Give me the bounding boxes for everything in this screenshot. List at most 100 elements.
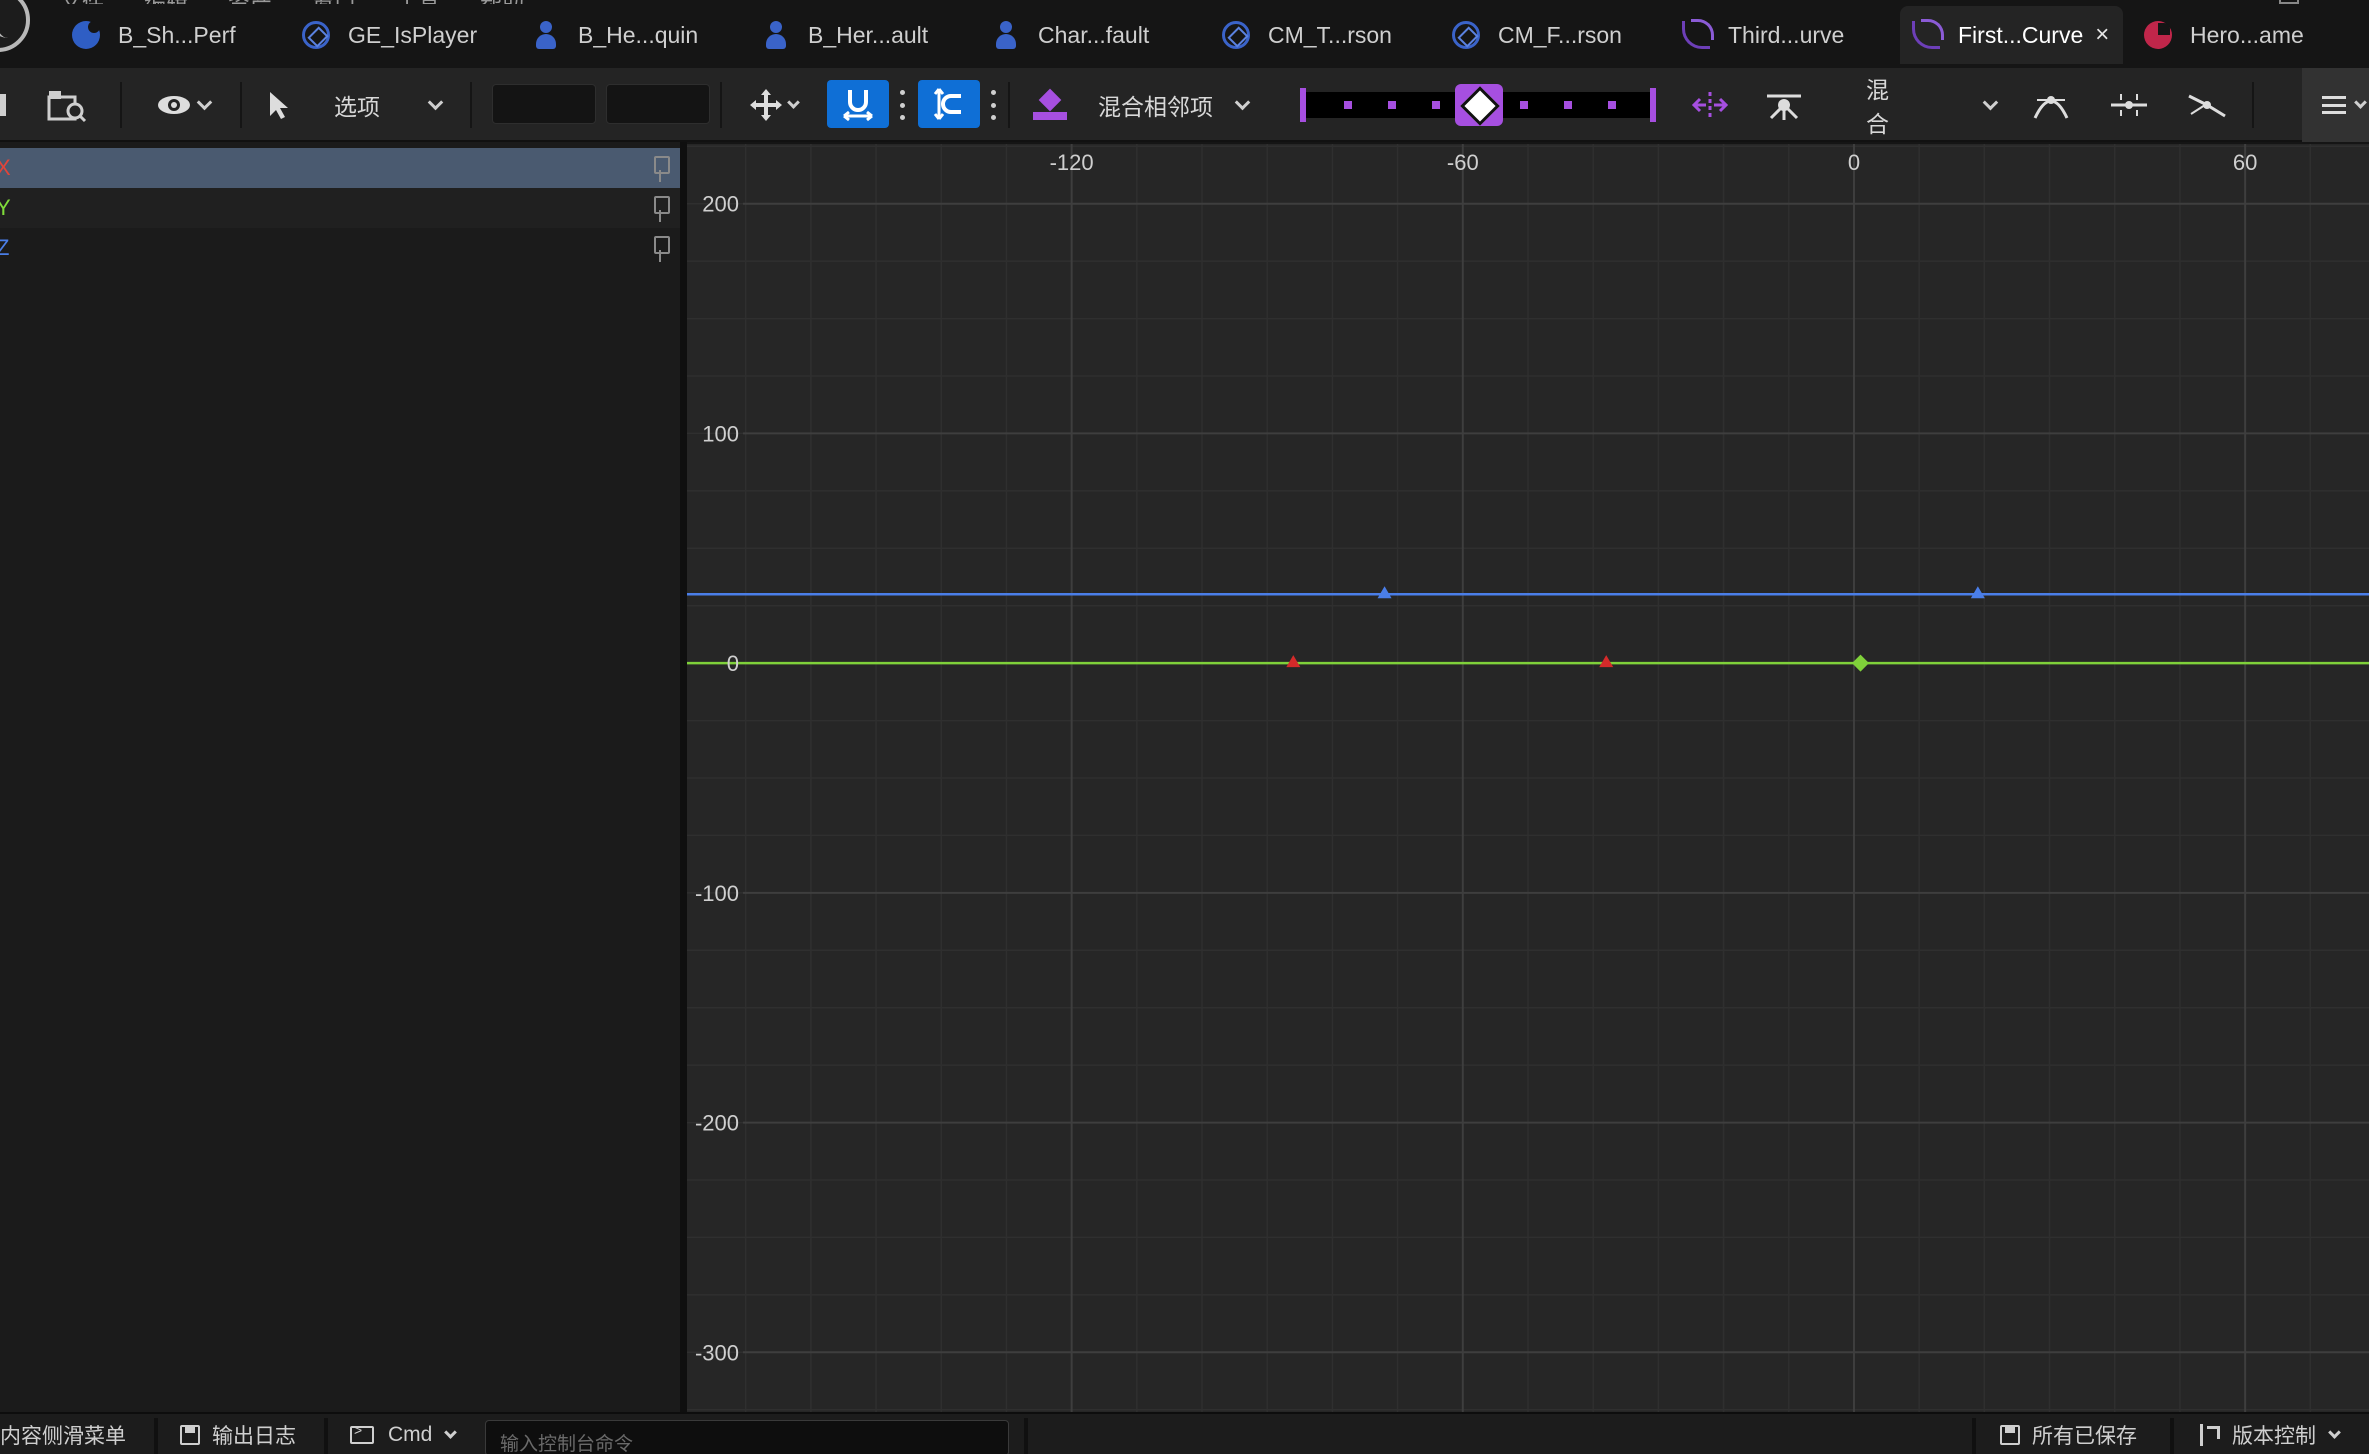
- snap-time-button[interactable]: [827, 80, 889, 128]
- console-command-input[interactable]: 输入控制台命令: [485, 1420, 1009, 1454]
- tangent-auto-button[interactable]: [2030, 68, 2072, 142]
- snap-time-options-icon[interactable]: [900, 90, 906, 120]
- eye-icon: [157, 96, 190, 114]
- tab-cm-t-rson[interactable]: CM_T...rson: [1222, 6, 1392, 64]
- curve-editor-toolbar: 选项 混合相邻项 混合: [0, 68, 2369, 142]
- tab-b-he-quin[interactable]: B_He...quin: [532, 6, 698, 64]
- tab-label: First...Curve: [1958, 21, 2084, 48]
- y-tick-label: 0: [727, 651, 739, 676]
- blend-tool-button[interactable]: [1028, 68, 1072, 142]
- curve-key-z[interactable]: [1970, 586, 1985, 599]
- tab-ge-isplayer[interactable]: GE_IsPlayer: [302, 6, 477, 64]
- tab-label: CM_F...rson: [1498, 21, 1622, 48]
- menu-fragment[interactable]: 窗口: [312, 0, 356, 4]
- tab-label: Char...fault: [1038, 21, 1150, 48]
- channel-row-x[interactable]: X: [0, 148, 680, 188]
- view-options-button[interactable]: [148, 68, 218, 142]
- minimize-icon[interactable]: [2279, 0, 2299, 4]
- statusbar-separator: [2170, 1418, 2174, 1454]
- tab-hero-ame[interactable]: Hero...ame: [2144, 6, 2304, 64]
- tab-b-sh-perf[interactable]: B_Sh...Perf: [72, 6, 236, 64]
- menu-fragment[interactable]: 资产: [228, 0, 272, 4]
- curve-icon: [1682, 19, 1714, 49]
- y-tick-label: 200: [702, 192, 739, 217]
- output-log-label: 输出日志: [212, 1425, 296, 1448]
- tab-third-urve[interactable]: Third...urve: [1682, 6, 1844, 64]
- output-log-button[interactable]: 输出日志: [180, 1414, 296, 1454]
- tab-char-fault[interactable]: Char...fault: [992, 6, 1149, 64]
- tab-label: GE_IsPlayer: [348, 21, 478, 48]
- save-all-button[interactable]: 所有已保存: [2000, 1414, 2137, 1454]
- grid-minor-lines: [687, 144, 2369, 1412]
- curve-graph[interactable]: -120 -60 0 60 200 100 0 -100 -200 -300: [687, 144, 2369, 1412]
- y-tick-label: -300: [695, 1340, 739, 1365]
- slider-handle[interactable]: [1455, 84, 1503, 126]
- source-control-button[interactable]: 版本控制: [2200, 1414, 2341, 1454]
- slider-edge: [1650, 88, 1656, 122]
- toolbar-separator: [470, 82, 472, 128]
- panel-splitter[interactable]: [680, 142, 687, 1412]
- select-tool-button[interactable]: [262, 68, 296, 142]
- curve-graph-view[interactable]: -120 -60 0 60 200 100 0 -100 -200 -300: [687, 144, 2369, 1412]
- statusbar-separator: [1972, 1418, 1976, 1454]
- tab-label: B_Her...ault: [808, 21, 929, 48]
- tab-b-her-ault[interactable]: B_Her...ault: [762, 6, 928, 64]
- terminal-icon: [350, 1422, 374, 1444]
- chevron-down-icon: [1234, 94, 1251, 110]
- x-tick-label: -120: [1050, 150, 1094, 175]
- chevron-down-icon: [2354, 95, 2367, 109]
- all-saved-label: 所有已保存: [2032, 1425, 2137, 1448]
- curve-key-x[interactable]: [1286, 655, 1301, 668]
- pin-icon[interactable]: [652, 236, 670, 262]
- curve-key-z[interactable]: [1377, 586, 1392, 599]
- tab-first-curve[interactable]: First...Curve ×: [1900, 6, 2124, 64]
- pin-icon[interactable]: [652, 156, 670, 182]
- tab-cm-f-rson[interactable]: CM_F...rson: [1452, 6, 1622, 64]
- transform-tool-button[interactable]: [740, 68, 806, 142]
- source-control-label: 版本控制: [2232, 1425, 2316, 1448]
- tangent-break-button[interactable]: [2186, 68, 2228, 142]
- options-dropdown[interactable]: 选项: [334, 68, 454, 142]
- tangent-flat-button[interactable]: [2108, 68, 2150, 142]
- find-in-folder-icon[interactable]: [44, 68, 90, 142]
- chevron-down-icon: [1983, 94, 1999, 110]
- channel-row-z[interactable]: Z: [0, 228, 680, 268]
- menu-fragment[interactable]: 工具: [396, 0, 440, 4]
- snap-value-button[interactable]: [918, 80, 980, 128]
- toolbar-separator: [1008, 82, 1010, 128]
- curve-key-x[interactable]: [1599, 655, 1614, 668]
- blend-amount-slider[interactable]: [1300, 84, 1656, 126]
- auto-tangent-icon: [2033, 96, 2069, 119]
- channel-row-y[interactable]: Y: [0, 188, 680, 228]
- retime-tool-button[interactable]: [1690, 68, 1730, 142]
- move-icon: [749, 89, 782, 121]
- document-tab-bar: 文件 编辑 资产 窗口 工具 帮助 B_Sh...Perf GE_IsPlaye…: [0, 0, 2369, 68]
- close-tab-icon[interactable]: ×: [2095, 21, 2109, 49]
- pin-icon[interactable]: [652, 196, 670, 222]
- main-menu-strip: 文件 编辑 资产 窗口 工具 帮助: [60, 0, 524, 4]
- value-input[interactable]: [606, 84, 710, 124]
- menu-fragment[interactable]: 编辑: [144, 0, 188, 4]
- chevron-down-icon: [2328, 1425, 2341, 1439]
- time-input[interactable]: [492, 84, 596, 124]
- camera-mode-icon: [1452, 21, 1480, 49]
- more-options-button[interactable]: [2302, 68, 2369, 142]
- curve-icon: [1912, 19, 1944, 49]
- cmd-dropdown[interactable]: Cmd: [350, 1414, 458, 1454]
- multi-scale-tool-button[interactable]: [1764, 68, 1804, 142]
- tab-label: Hero...ame: [2190, 21, 2304, 48]
- snap-value-options-icon[interactable]: [991, 90, 997, 120]
- character-icon: [992, 21, 1020, 49]
- panel-toggle-icon[interactable]: [0, 68, 10, 142]
- unreal-logo-icon[interactable]: [0, 0, 30, 52]
- blend-neighbors-dropdown[interactable]: 混合相邻项: [1098, 68, 1264, 142]
- x-tick-label: -60: [1447, 150, 1479, 175]
- menu-fragment[interactable]: 文件: [60, 0, 104, 4]
- tangent-blend-dropdown[interactable]: 混合: [1866, 68, 1999, 142]
- menu-fragment[interactable]: 帮助: [480, 0, 524, 4]
- blend-diamond-icon: [1033, 88, 1067, 120]
- content-drawer-button[interactable]: 内容侧滑菜单: [0, 1414, 126, 1454]
- curve-keys[interactable]: [1286, 586, 1985, 672]
- slider-tick: [1520, 101, 1528, 109]
- toolbar-separator: [240, 82, 242, 128]
